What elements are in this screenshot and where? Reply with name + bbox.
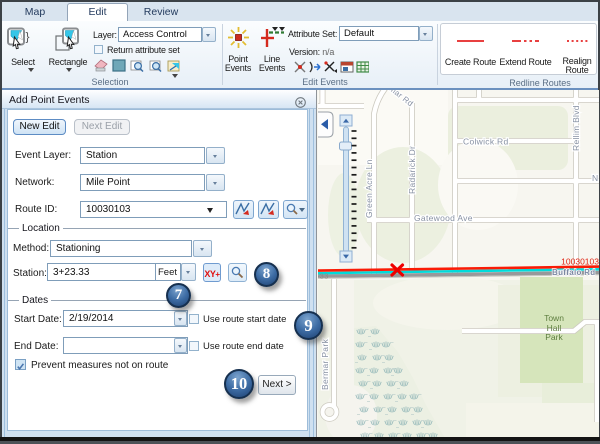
svg-text:N: N [592,173,598,183]
svg-text:}: } [26,30,30,44]
svg-text:+33: +33 [318,272,329,281]
svg-text:Park: Park [545,332,563,342]
svg-text:Bermar Park: Bermar Park [320,339,330,390]
svg-text:Green Acre Ln: Green Acre Ln [364,159,374,218]
svg-text:Gatewood Ave: Gatewood Ave [414,213,473,223]
svg-text:Colwick Rd: Colwick Rd [463,137,509,147]
svg-text:Buffalo Rd: Buffalo Rd [552,268,595,277]
svg-text:Radarick Dr: Radarick Dr [407,146,417,194]
svg-text:Town: Town [544,313,564,323]
svg-text:Rellim Blvd: Rellim Blvd [571,105,581,151]
svg-text:10030103: 10030103 [561,257,599,267]
